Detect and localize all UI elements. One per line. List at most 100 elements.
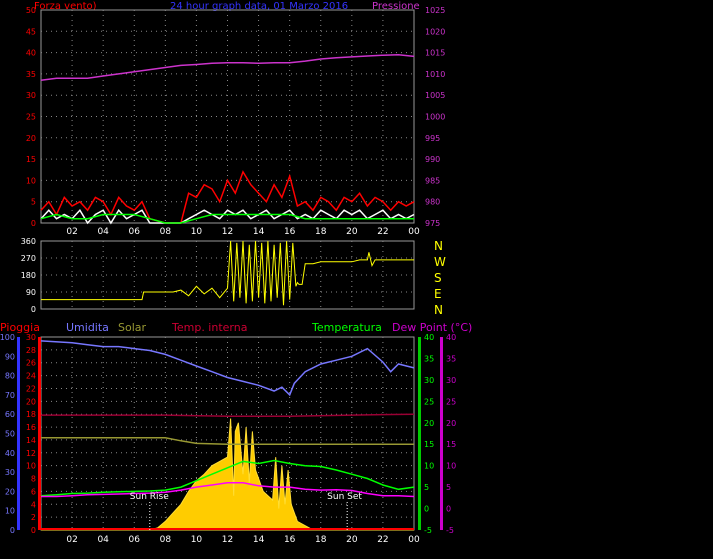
- label-solar: Solar: [118, 321, 147, 334]
- direction-tick-label: 270: [21, 254, 36, 263]
- humidity-tick-label: 70: [5, 391, 15, 400]
- x-tick-label: 18: [315, 535, 327, 545]
- temp-tick-label: 15: [424, 440, 434, 449]
- y-right-tick-label: 1000: [425, 113, 445, 122]
- x-tick-label: 22: [377, 535, 388, 545]
- dewpoint-tick-label: -5: [446, 526, 454, 535]
- rain-tick-label: 28: [26, 346, 36, 355]
- humidity-tick-label: 50: [5, 430, 15, 439]
- weather-chart-svg: Forza vento) 24 hour graph data, 01 Marz…: [0, 0, 713, 555]
- temp-tick-label: 25: [424, 397, 434, 406]
- y-right-tick-label: 985: [425, 176, 440, 185]
- x-tick-label: 16: [284, 535, 296, 545]
- direction-letter-s: S: [434, 271, 442, 285]
- temp-tick-label: 35: [424, 354, 434, 363]
- y-right-tick-label: 1010: [425, 70, 445, 79]
- rain-tick-label: 0: [31, 526, 36, 535]
- temp-tick-label: -5: [424, 526, 432, 535]
- x-tick-label: 06: [129, 535, 141, 545]
- y-right-tick-label: 1005: [425, 91, 445, 100]
- x-tick-label: 18: [315, 227, 327, 237]
- humidity-tick-label: 20: [5, 487, 15, 496]
- x-tick-label: 08: [160, 227, 172, 237]
- y-right-tick-label: 990: [425, 155, 440, 164]
- x-tick-label: 14: [253, 227, 265, 237]
- humidity-tick-label: 90: [5, 352, 15, 361]
- direction-letter-n-top: N: [434, 239, 443, 253]
- temp-tick-label: 20: [424, 419, 434, 428]
- x-tick-label: 22: [377, 227, 388, 237]
- temp-tick-label: 5: [424, 483, 429, 492]
- x-tick-label: 08: [160, 535, 172, 545]
- dewpoint-tick-label: 35: [446, 354, 456, 363]
- x-tick-label: 00: [408, 227, 420, 237]
- temp-tick-label: 10: [424, 462, 434, 471]
- y-left-tick-label: 20: [26, 134, 36, 143]
- y-left-tick-label: 40: [26, 49, 36, 58]
- x-tick-label: 12: [222, 227, 233, 237]
- humidity-tick-label: 0: [10, 526, 15, 535]
- rain-tick-label: 20: [26, 397, 36, 406]
- rain-tick-label: 22: [26, 384, 36, 393]
- y-left-tick-label: 10: [26, 176, 36, 185]
- direction-letter-w: W: [434, 255, 446, 269]
- dewpoint-axis-bar: [440, 337, 443, 530]
- rain-tick-label: 30: [26, 333, 36, 342]
- sun-rise-label: Sun Rise: [130, 492, 169, 502]
- rain-tick-label: 14: [26, 436, 36, 445]
- humidity-tick-label: 30: [5, 468, 15, 477]
- y-right-tick-label: 1025: [425, 6, 445, 15]
- humidity-tick-label: 80: [5, 372, 15, 381]
- x-tick-label: 04: [97, 227, 109, 237]
- direction-tick-label: 180: [21, 271, 36, 280]
- humidity-tick-label: 100: [0, 333, 15, 342]
- rain-tick-label: 2: [31, 513, 36, 522]
- rain-tick-label: 12: [26, 449, 36, 458]
- rain-tick-label: 18: [26, 410, 36, 419]
- direction-letter-n-bottom: N: [434, 303, 443, 317]
- x-tick-label: 02: [66, 535, 77, 545]
- x-tick-label: 20: [346, 227, 358, 237]
- humidity-tick-label: 60: [5, 410, 15, 419]
- temp-tick-label: 0: [424, 505, 429, 514]
- temp-axis-bar: [418, 337, 421, 530]
- humidity-tick-label: 40: [5, 449, 15, 458]
- rain-tick-label: 8: [31, 475, 36, 484]
- label-temp-interna: Temp. interna: [171, 321, 247, 334]
- humidity-axis-bar: [17, 337, 20, 530]
- y-left-tick-label: 5: [31, 198, 36, 207]
- y-right-tick-label: 1015: [425, 49, 445, 58]
- dewpoint-tick-label: 15: [446, 440, 456, 449]
- y-right-tick-label: 1020: [425, 27, 445, 36]
- rain-tick-label: 26: [26, 359, 36, 368]
- x-tick-label: 02: [66, 227, 77, 237]
- y-right-tick-label: 975: [425, 219, 440, 228]
- y-left-tick-label: 30: [26, 91, 36, 100]
- dewpoint-tick-label: 0: [446, 505, 451, 514]
- rain-tick-label: 4: [31, 500, 36, 509]
- x-tick-label: 14: [253, 535, 265, 545]
- dewpoint-tick-label: 25: [446, 397, 456, 406]
- weather-graph-root: Forza vento) 24 hour graph data, 01 Marz…: [0, 0, 713, 555]
- x-tick-label: 16: [284, 227, 296, 237]
- label-temperatura: Temperatura: [311, 321, 382, 334]
- y-left-tick-label: 25: [26, 113, 36, 122]
- label-umidita: Umidita: [66, 321, 109, 334]
- rain-tick-label: 24: [26, 372, 36, 381]
- y-left-tick-label: 35: [26, 70, 36, 79]
- x-tick-label: 12: [222, 535, 233, 545]
- x-tick-label: 04: [97, 535, 109, 545]
- direction-letter-e: E: [434, 287, 442, 301]
- direction-tick-label: 360: [21, 237, 36, 246]
- x-tick-label: 20: [346, 535, 358, 545]
- y-left-tick-label: 45: [26, 27, 36, 36]
- x-tick-label: 06: [129, 227, 141, 237]
- dewpoint-tick-label: 40: [446, 333, 456, 342]
- y-right-tick-label: 995: [425, 134, 440, 143]
- dewpoint-tick-label: 10: [446, 462, 456, 471]
- rain-tick-label: 16: [26, 423, 36, 432]
- direction-tick-label: 0: [31, 305, 36, 314]
- humidity-tick-label: 10: [5, 507, 15, 516]
- x-tick-label: 10: [191, 227, 203, 237]
- y-left-tick-label: 50: [26, 6, 36, 15]
